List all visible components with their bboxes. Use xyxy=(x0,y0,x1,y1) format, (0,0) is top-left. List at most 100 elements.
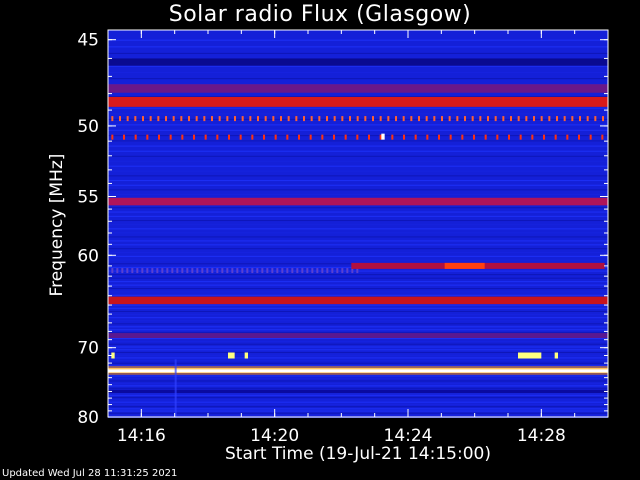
texture-line xyxy=(108,259,608,261)
texture-line xyxy=(108,343,608,345)
dotted-band-1-mark xyxy=(333,134,335,140)
texture-line xyxy=(108,52,608,54)
dotted-band-0-mark xyxy=(356,116,359,122)
dotted-band-0-mark xyxy=(448,116,451,122)
dotted-band-2-mark xyxy=(331,268,334,274)
texture-line xyxy=(108,380,608,382)
dotted-band-1-mark xyxy=(239,134,242,140)
texture-line xyxy=(108,180,608,182)
dotted-band-1-mark xyxy=(566,134,569,140)
dotted-band-1-mark xyxy=(554,134,557,140)
texture-line xyxy=(108,323,608,325)
dotted-band-2-mark xyxy=(156,268,159,274)
texture-line xyxy=(108,320,608,322)
texture-line xyxy=(108,349,608,351)
dotted-band-0-mark xyxy=(195,116,198,122)
texture-line xyxy=(108,150,608,152)
dotted-band-2-mark xyxy=(276,268,279,274)
dotted-band-0-mark xyxy=(571,116,574,122)
spectrogram-plot: 45 50 55 60 70 80 14:16 14:20 14:24 14:28 xyxy=(77,29,609,446)
dotted-band-0-mark xyxy=(517,116,520,122)
dotted-band-2-mark xyxy=(271,268,274,274)
x-tick-label: 14:24 xyxy=(384,426,433,446)
dotted-band-2-mark xyxy=(211,268,214,274)
texture-line xyxy=(108,338,608,340)
dotted-band-2-mark xyxy=(306,268,309,274)
dotted-band-2-mark xyxy=(336,268,339,274)
dotted-band-2-mark xyxy=(191,268,194,274)
dotted-band-0-mark xyxy=(326,116,328,122)
dotted-band-0-mark xyxy=(142,116,144,122)
dotted-band-0-mark xyxy=(203,116,206,122)
dotted-band-0-mark xyxy=(586,116,589,122)
dotted-band-2-mark xyxy=(326,268,329,274)
texture-line xyxy=(108,314,608,316)
dotted-band-1-mark xyxy=(169,134,172,140)
dotted-band-0-mark xyxy=(479,116,482,122)
dotted-band-0-mark xyxy=(272,116,275,122)
texture-line xyxy=(108,78,608,80)
dotted-band-2-mark xyxy=(141,268,144,274)
dotted-band-0-mark xyxy=(441,116,443,122)
dotted-band-1-mark xyxy=(298,134,300,140)
artefact-line xyxy=(174,359,177,417)
burst-4 xyxy=(244,352,248,359)
x-tick-label: 14:16 xyxy=(117,426,166,446)
texture-line xyxy=(108,414,608,416)
dotted-band-0-mark xyxy=(157,116,160,122)
dotted-band-0-mark xyxy=(287,116,290,122)
dotted-band-0-mark xyxy=(257,116,259,122)
texture-line xyxy=(108,284,608,286)
texture-line xyxy=(108,382,608,384)
x-tick-label: 14:28 xyxy=(517,426,566,446)
dotted-band-1-mark xyxy=(263,134,265,140)
y-tick-label: 55 xyxy=(77,187,99,207)
dotted-band-1-mark xyxy=(344,134,347,140)
dotted-band-0-mark xyxy=(318,116,321,122)
dotted-band-0-mark xyxy=(540,116,543,122)
texture-line xyxy=(108,397,608,399)
dotted-band-0-mark xyxy=(579,116,581,122)
dotted-band-0-mark xyxy=(264,116,267,122)
dotted-band-1-mark xyxy=(134,134,137,140)
dotted-band-0-mark xyxy=(126,116,129,122)
texture-line xyxy=(108,113,608,115)
dotted-band-2-mark xyxy=(266,268,269,274)
band-3 xyxy=(108,197,608,206)
dotted-band-0-mark xyxy=(425,116,428,122)
texture-line xyxy=(108,291,608,293)
dotted-band-0-mark xyxy=(119,116,121,122)
texture-line xyxy=(108,277,608,279)
texture-line xyxy=(108,360,608,362)
dotted-band-2-mark xyxy=(226,268,229,274)
dotted-band-0-mark xyxy=(410,116,413,122)
dotted-band-2-mark xyxy=(251,268,254,274)
dotted-band-1-mark xyxy=(543,134,545,140)
dotted-band-2-mark xyxy=(236,268,239,274)
dotted-band-2-mark xyxy=(181,268,184,274)
texture-line xyxy=(108,224,608,226)
dotted-band-2-mark xyxy=(186,268,189,274)
band-2 xyxy=(108,96,608,107)
dotted-band-0-mark xyxy=(502,116,505,122)
dotted-band-2-mark xyxy=(241,268,244,274)
texture-line xyxy=(108,281,608,283)
texture-line xyxy=(108,326,608,328)
dotted-band-2-mark xyxy=(341,268,344,274)
band-5 xyxy=(108,333,608,339)
dotted-band-0-mark xyxy=(594,116,597,122)
texture-line xyxy=(108,140,608,142)
dotted-band-2-mark xyxy=(171,268,174,274)
texture-line xyxy=(108,240,608,242)
texture-line xyxy=(108,385,608,387)
dotted-band-0-mark xyxy=(111,116,114,122)
burst-7 xyxy=(381,133,385,140)
texture-line xyxy=(108,401,608,403)
dotted-band-0-mark xyxy=(303,116,305,122)
dotted-band-1-mark xyxy=(473,134,475,140)
dotted-band-1-mark xyxy=(426,134,429,140)
dotted-band-1-mark xyxy=(403,134,405,140)
texture-line xyxy=(108,124,608,126)
dotted-band-2-mark xyxy=(346,268,349,274)
texture-line xyxy=(108,207,608,209)
